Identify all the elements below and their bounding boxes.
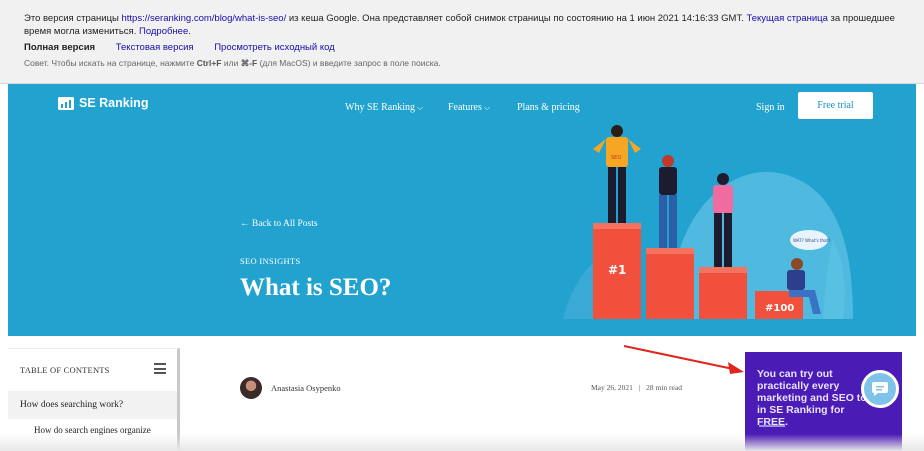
tip-key: ⌘-F [240,58,258,68]
nav-label: Why SE Ranking [345,102,415,113]
speech-bubble-text: WAT? What's that? [793,238,830,243]
nav-label: Features [448,102,482,113]
hamburger-menu-icon[interactable] [154,363,166,374]
avatar[interactable] [240,377,262,399]
author-info: Anastasia Osypenko [240,377,341,399]
post-meta: May 26, 2021 | 28 min read [591,383,682,392]
back-to-posts-link[interactable]: ← Back to All Posts [240,219,318,229]
logo-bars-icon [58,96,74,110]
free-trial-label: Free trial [817,100,854,111]
post-date: May 26, 2021 [591,383,633,392]
toc-title: TABLE OF CONTENTS [20,365,110,375]
tip-key: Ctrl+F [196,58,222,68]
nav-features[interactable]: Features ⌵ [448,102,490,113]
tip-text: Совет. Чтобы искать на странице, нажмите [24,58,197,68]
chat-bubble-icon [872,382,888,396]
meta-separator: | [638,383,641,392]
podium-100-label: #100 [765,303,794,314]
sign-in-link[interactable]: Sign in [756,102,785,113]
cache-text: из кеша Google. Она представляет собой с… [286,13,747,24]
text-version-link[interactable]: Текстовая версия [116,42,194,53]
chevron-down-icon: ⌵ [417,103,424,112]
shirt-label: SEO [611,155,621,161]
sign-in-label: Sign in [756,102,785,113]
chat-button[interactable] [861,370,899,408]
cached-url-link[interactable]: https://seranking.com/blog/what-is-seo/ [121,13,286,24]
tip-text: или [221,58,241,68]
full-version-label: Полная версия [24,42,96,53]
more-info-link[interactable]: Подробнее. [139,26,191,37]
logo-text: SE Ranking [79,96,149,110]
author-name[interactable]: Anastasia Osypenko [271,383,341,393]
toc-item[interactable]: How does searching work? [8,391,177,419]
google-cache-bar: Это версия страницы https://seranking.co… [0,0,924,84]
chevron-down-icon: ⌵ [483,103,490,112]
page-title: What is SEO? [240,274,392,301]
red-arrow-annotation [623,345,744,374]
podium-illustration: #1 #100 SEO WAT? What's that? [563,125,853,319]
nav-label: Plans & pricing [517,102,580,113]
podium-second [646,252,694,319]
nav-why-se-ranking[interactable]: Why SE Ranking ⌵ [345,102,423,113]
post-category[interactable]: SEO INSIGHTS [240,256,301,266]
cache-text: Это версия страницы [24,13,122,24]
view-source-link[interactable]: Просмотреть исходный код [214,42,335,53]
search-tip: Совет. Чтобы искать на странице, нажмите… [24,58,441,69]
se-ranking-logo[interactable]: SE Ranking [58,96,148,110]
current-page-link[interactable]: Текущая страница [746,13,827,24]
cache-notice: Это версия страницы https://seranking.co… [24,12,904,38]
free-trial-button[interactable]: Free trial [798,92,873,119]
nav-plans-pricing[interactable]: Plans & pricing [517,102,580,113]
podium-1-label: #1 [608,263,626,277]
podium-third [699,271,747,319]
read-time: 28 min read [646,383,682,392]
promo-divider [759,425,785,427]
promo-text: You can try out practically every market… [757,368,877,428]
tip-text: (для MacOS) и введите запрос в поле поис… [257,58,441,68]
bottom-fade [0,434,924,451]
hero-section: SE Ranking Why SE Ranking ⌵ Features ⌵ Pla… [8,84,916,336]
cache-version-links: Полная версия Текстовая версия Просмотре… [24,42,353,53]
